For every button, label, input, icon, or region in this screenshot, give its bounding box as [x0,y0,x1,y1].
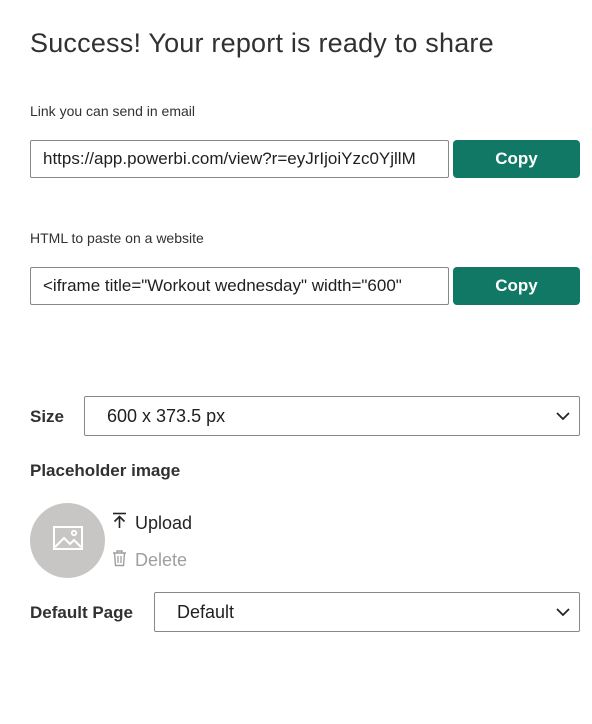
default-page-label: Default Page [30,603,133,622]
dialog-title: Success! Your report is ready to share [30,28,494,58]
embed-code-field[interactable] [30,267,449,305]
delete-label: Delete [135,550,188,570]
chevron-down-icon [555,604,571,620]
copy-embed-button[interactable]: Copy [453,267,580,305]
delete-button[interactable]: Delete [112,549,187,572]
link-field[interactable] [30,140,449,178]
copy-link-button[interactable]: Copy [453,140,580,178]
trash-icon [112,549,127,572]
embed-label: HTML to paste on a website [30,230,204,246]
upload-icon [112,512,127,534]
default-page-select[interactable]: Default [154,592,580,632]
size-select[interactable]: 600 x 373.5 px [84,396,580,436]
upload-label: Upload [135,512,193,533]
image-icon [52,525,84,556]
placeholder-image-label: Placeholder image [30,461,181,480]
default-page-select-value: Default [177,601,235,622]
size-select-value: 600 x 373.5 px [107,405,226,426]
link-label: Link you can send in email [30,103,195,119]
size-label: Size [30,407,65,426]
placeholder-thumbnail [30,503,105,578]
upload-button[interactable]: Upload [112,512,192,534]
chevron-down-icon [555,408,571,424]
